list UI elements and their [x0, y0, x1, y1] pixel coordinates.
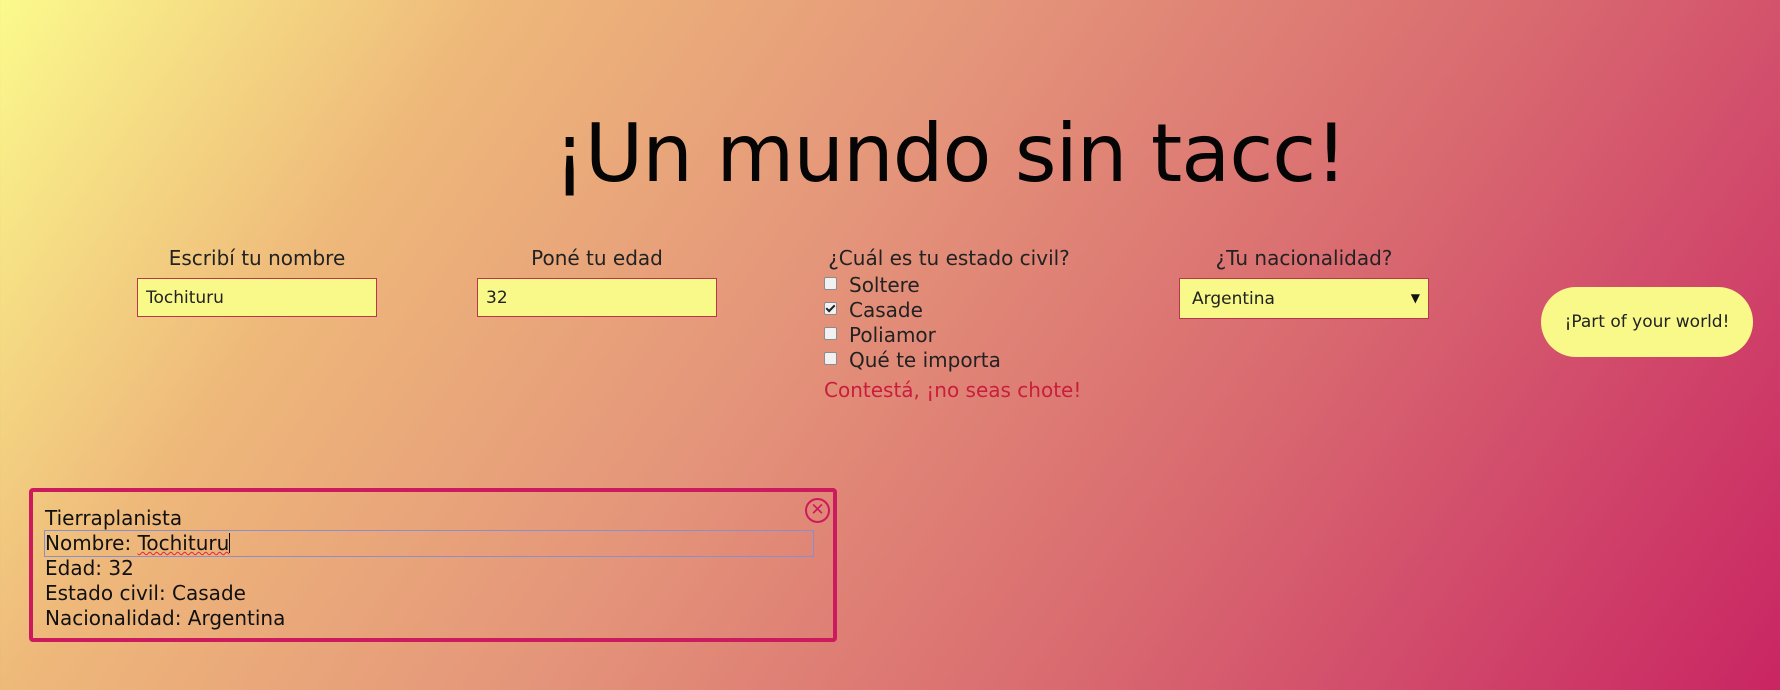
marital-status-group: ¿Cuál es tu estado civil? Soltere Casade…: [824, 246, 1082, 402]
marital-status-error: Contestá, ¡no seas chote!: [824, 378, 1082, 402]
summary-name-prefix: Nombre:: [45, 531, 138, 555]
nationality-selected-value: Argentina: [1192, 288, 1275, 309]
checkbox-label: Poliamor: [849, 322, 936, 347]
checkbox[interactable]: [824, 352, 837, 365]
name-field-group: Escribí tu nombre: [137, 246, 377, 317]
checkbox[interactable]: [824, 277, 837, 290]
age-field-group: Poné tu edad: [477, 246, 717, 317]
nationality-label: ¿Tu nacionalidad?: [1215, 246, 1393, 270]
name-label: Escribí tu nombre: [168, 246, 346, 270]
checkbox-checked[interactable]: [824, 302, 837, 315]
name-input[interactable]: [137, 278, 377, 317]
checkbox-option-poliamor[interactable]: Poliamor: [824, 322, 1074, 347]
checkbox-option-que-te-importa[interactable]: Qué te importa: [824, 347, 1074, 372]
submit-button[interactable]: ¡Part of your world!: [1541, 287, 1753, 357]
checkbox-label: Soltere: [849, 272, 920, 297]
checkbox-option-soltere[interactable]: Soltere: [824, 272, 1074, 297]
checkbox[interactable]: [824, 327, 837, 340]
dropdown-arrow-icon: ▼: [1410, 291, 1420, 305]
summary-name-value: Tochituru: [137, 531, 230, 555]
summary-panel: ✕ Tierraplanista Nombre: Tochituru Edad:…: [29, 488, 837, 642]
checkbox-label: Qué te importa: [849, 347, 1001, 372]
age-input[interactable]: [477, 278, 717, 317]
summary-line-age: Edad: 32: [45, 556, 134, 580]
nationality-select[interactable]: Argentina ▼: [1179, 278, 1429, 319]
age-label: Poné tu edad: [531, 246, 663, 270]
nationality-field-group: ¿Tu nacionalidad? Argentina ▼: [1179, 246, 1429, 319]
close-circle-icon[interactable]: ✕: [805, 498, 830, 523]
summary-line-marital-status: Estado civil: Casade: [45, 581, 246, 605]
page-title: ¡Un mundo sin tacc!: [553, 106, 1348, 200]
checkbox-label: Casade: [849, 297, 923, 322]
summary-line-ideology: Tierraplanista: [45, 506, 183, 530]
checkbox-option-casade[interactable]: Casade: [824, 297, 1074, 322]
marital-status-label: ¿Cuál es tu estado civil?: [828, 246, 1070, 270]
summary-line-name[interactable]: Nombre: Tochituru: [44, 530, 814, 557]
summary-line-nationality: Nacionalidad: Argentina: [45, 606, 286, 630]
text-caret: [229, 533, 231, 553]
